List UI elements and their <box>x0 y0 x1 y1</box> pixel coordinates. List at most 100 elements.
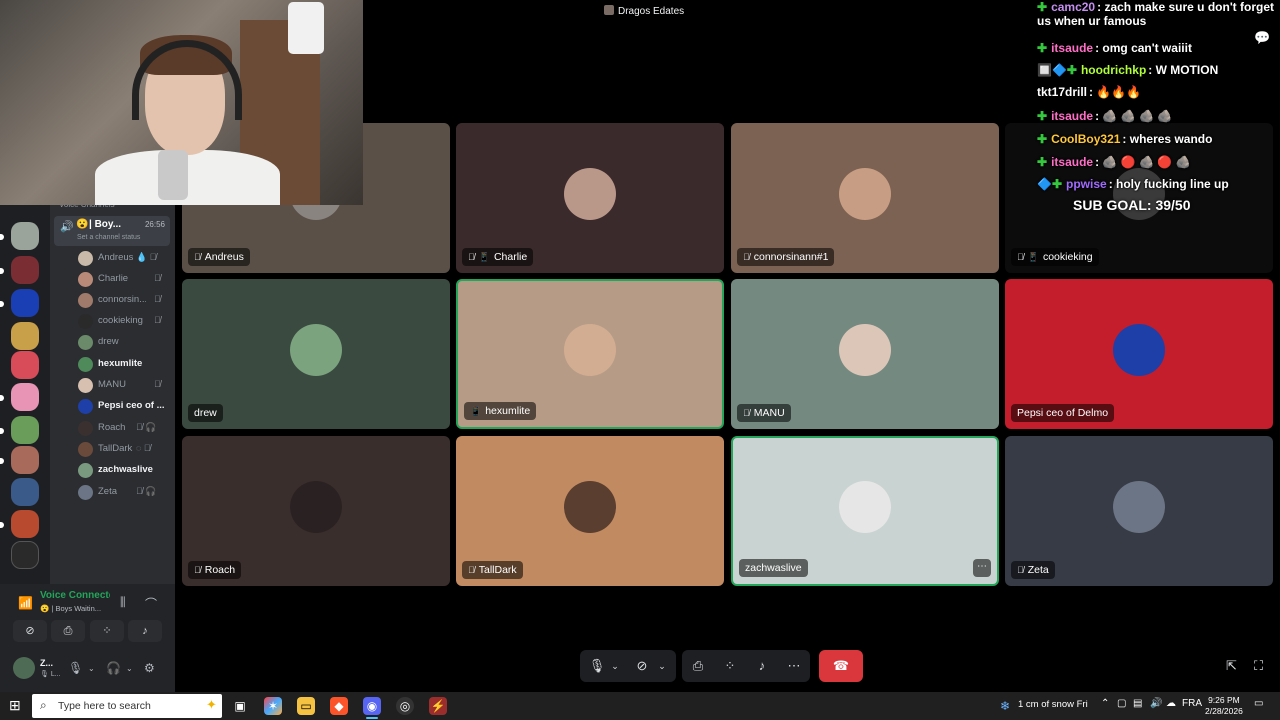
participant-tile[interactable]: 🎙̸ TallDark <box>456 436 724 586</box>
screen-share-icon[interactable]: ⎙ <box>688 650 708 682</box>
server-icon[interactable] <box>11 383 39 411</box>
server-icon[interactable] <box>11 289 39 317</box>
soundboard-button[interactable]: ♪ <box>128 620 162 642</box>
chevron-up-icon[interactable]: ⌃ <box>1101 698 1109 709</box>
camera-off-button[interactable]: ⊘ <box>13 620 47 642</box>
channel-status[interactable]: Set a channel status <box>77 234 140 241</box>
server-icon[interactable] <box>11 222 39 250</box>
signal-icon[interactable]: 📶 <box>18 596 33 610</box>
server-avatar-icon <box>604 5 614 15</box>
participant-label: 🎙̸ 📱 Charlie <box>462 248 534 266</box>
voice-member[interactable]: Andreus 💧 🎙̸ <box>78 249 170 269</box>
volume-icon[interactable]: 🔊 <box>1150 698 1162 709</box>
voice-member[interactable]: TallDark ◌ 🎙̸ <box>78 440 170 460</box>
participant-name: Pepsi ceo of Delmo <box>1017 407 1109 419</box>
chevron-down-icon[interactable]: ⌄ <box>88 664 95 673</box>
tray-icon[interactable]: ▢ <box>1117 698 1126 709</box>
participant-tile[interactable]: zachwaslive ⋯ <box>731 436 999 586</box>
participant-tile[interactable]: 🎙̸ Zeta <box>1005 436 1273 586</box>
notification-icon[interactable]: ▭ <box>1254 698 1263 709</box>
headphones-icon[interactable]: 🎧 <box>106 661 121 675</box>
voice-channel-link[interactable]: 😮 | Boys Waitin... <box>40 604 110 613</box>
unread-indicator <box>0 234 4 240</box>
popout-icon[interactable]: ⇱ <box>1226 658 1237 674</box>
fullscreen-icon[interactable]: ⛶ <box>1254 658 1263 674</box>
server-icon[interactable] <box>11 478 39 506</box>
search-input[interactable]: ⌕ Type here to search ✦ <box>32 694 222 718</box>
more-options-icon[interactable]: ⋯ <box>973 559 991 577</box>
voice-status-title[interactable]: Voice Connecte <box>40 590 110 601</box>
server-icon[interactable] <box>11 322 39 350</box>
clock-date: 2/28/2026 <box>1205 706 1243 716</box>
camera-off-icon[interactable]: ⊘ <box>632 650 652 682</box>
participant-tile[interactable]: 📱 hexumlite <box>456 279 724 429</box>
clock[interactable]: 9:26 PM 2/28/2026 <box>1205 695 1243 717</box>
voice-member[interactable]: Pepsi ceo of ... <box>78 397 170 417</box>
voice-member[interactable]: connorsin... 🎙̸ <box>78 291 170 311</box>
voice-member[interactable]: zachwaslive <box>78 461 170 481</box>
voice-member[interactable]: Roach 🎙̸ 🎧 <box>78 419 170 439</box>
badge-icon: 🔷✚ <box>1037 177 1062 191</box>
chevron-down-icon[interactable]: ⌄ <box>655 650 669 682</box>
chevron-down-icon[interactable]: ⌄ <box>608 650 622 682</box>
server-icon[interactable] <box>11 510 39 538</box>
weather-icon[interactable]: ❄ <box>996 697 1014 715</box>
voice-member[interactable]: hexumlite <box>78 355 170 375</box>
gear-icon[interactable]: ⚙ <box>144 661 155 675</box>
mic-icon[interactable]: 🎙 <box>68 661 83 675</box>
chat-bubble-icon[interactable]: 💬 <box>1254 30 1270 46</box>
voice-member[interactable]: drew <box>78 333 170 353</box>
participant-tile[interactable]: 🎙̸ connorsinann#1 <box>731 123 999 273</box>
activities-icon[interactable]: ⁘ <box>720 650 740 682</box>
user-name[interactable]: Z... <box>40 658 53 668</box>
obs-icon[interactable]: ◎ <box>396 697 414 715</box>
voice-member[interactable]: Zeta 🎙̸ 🎧 <box>78 483 170 503</box>
app-icon[interactable]: ⚡ <box>429 697 447 715</box>
file-explorer-icon[interactable]: ▭ <box>297 697 315 715</box>
server-icon[interactable] <box>11 446 39 474</box>
activities-button[interactable]: ⁘ <box>90 620 124 642</box>
brave-icon[interactable]: ◆ <box>330 697 348 715</box>
task-view-icon[interactable]: ▣ <box>231 697 249 715</box>
discord-icon[interactable]: ◉ <box>363 697 381 719</box>
language-indicator[interactable]: FRA <box>1182 698 1202 709</box>
participant-tile[interactable]: 🎙̸ Roach <box>182 436 450 586</box>
copilot-icon[interactable]: ✶ <box>264 697 282 715</box>
onedrive-icon[interactable]: ☁ <box>1166 698 1176 709</box>
disconnect-icon[interactable]: ⌒ <box>145 595 157 612</box>
end-call-button[interactable]: ☎ <box>819 650 863 682</box>
avatar <box>1113 324 1165 376</box>
windows-start-icon[interactable]: ⊞ <box>9 697 21 714</box>
avatar <box>78 442 93 457</box>
weather-text[interactable]: 1 cm of snow Fri <box>1018 699 1088 710</box>
chevron-down-icon[interactable]: ⌄ <box>126 664 133 673</box>
avatar <box>839 168 891 220</box>
member-name: hexumlite <box>98 358 143 369</box>
participant-tile[interactable]: 🎙̸ 📱 Charlie <box>456 123 724 273</box>
member-status-icons: 🎙̸ <box>154 315 161 325</box>
voice-member[interactable]: cookieking 🎙̸ <box>78 312 170 332</box>
participant-name: connorsinann#1 <box>753 251 829 263</box>
mic-muted-icon: 🎙̸ <box>194 252 201 262</box>
more-icon[interactable]: ⋯ <box>784 650 804 682</box>
voice-member[interactable]: Charlie 🎙̸ <box>78 270 170 290</box>
screen-share-button[interactable]: ⎙ <box>51 620 85 642</box>
member-name: zachwaslive <box>98 464 153 475</box>
voice-channel[interactable]: 🔊 😮 | Boy... 26:56 Set a channel status <box>54 216 170 246</box>
server-icon[interactable] <box>11 541 39 569</box>
participant-tile[interactable]: Pepsi ceo of Delmo <box>1005 279 1273 429</box>
participant-tile[interactable]: drew <box>182 279 450 429</box>
avatar[interactable] <box>13 657 35 679</box>
voice-member[interactable]: MANU 🎙̸ <box>78 376 170 396</box>
network-icon[interactable]: ▤ <box>1133 698 1142 709</box>
participant-label: 🎙̸ connorsinann#1 <box>737 248 835 266</box>
unread-indicator <box>0 522 4 528</box>
server-icon[interactable] <box>11 256 39 284</box>
soundboard-icon[interactable]: ♪ <box>752 650 772 682</box>
member-status-icons: 🎙̸ 🎧 <box>136 486 157 496</box>
mic-icon[interactable]: 🎙 <box>588 650 606 682</box>
server-icon[interactable] <box>11 416 39 444</box>
noise-suppression-icon[interactable]: ⫼ <box>120 595 126 610</box>
participant-tile[interactable]: 🎙̸ MANU <box>731 279 999 429</box>
server-icon[interactable] <box>11 351 39 379</box>
